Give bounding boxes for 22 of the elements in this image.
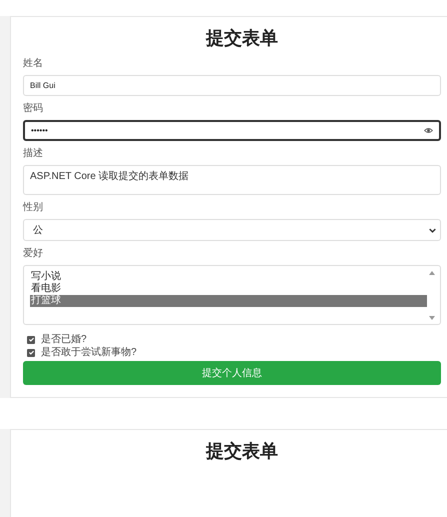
checkbox[interactable]: [27, 336, 35, 344]
list-option[interactable]: 看电影: [30, 283, 427, 295]
chevron-down-icon: [429, 226, 436, 234]
form-title: 提交表单: [206, 27, 278, 50]
field-label: 描述: [23, 147, 44, 161]
eye-icon[interactable]: [424, 126, 433, 135]
scroll-up-icon[interactable]: [429, 271, 435, 275]
text-area[interactable]: ASP.NET Core 读取提交的表单数据: [23, 165, 441, 195]
field-label: 密码: [23, 102, 44, 116]
field-label: 姓名: [23, 57, 44, 71]
form-title: 提交表单: [206, 440, 278, 463]
checkbox-label: 是否已婚?: [41, 334, 87, 346]
field-label: 性别: [23, 201, 44, 215]
list-option[interactable]: 打篮球: [30, 295, 427, 307]
select-dropdown[interactable]: 公: [23, 219, 441, 241]
checkbox[interactable]: [27, 348, 35, 356]
checkbox-label: 是否敢于尝试新事物?: [41, 346, 137, 358]
scroll-down-icon[interactable]: [429, 316, 435, 320]
list-option[interactable]: 写小说: [30, 271, 427, 283]
field-label: 爱好: [23, 247, 44, 261]
password-field[interactable]: ••••••: [23, 120, 441, 141]
input-field[interactable]: Bill Gui: [23, 75, 441, 96]
